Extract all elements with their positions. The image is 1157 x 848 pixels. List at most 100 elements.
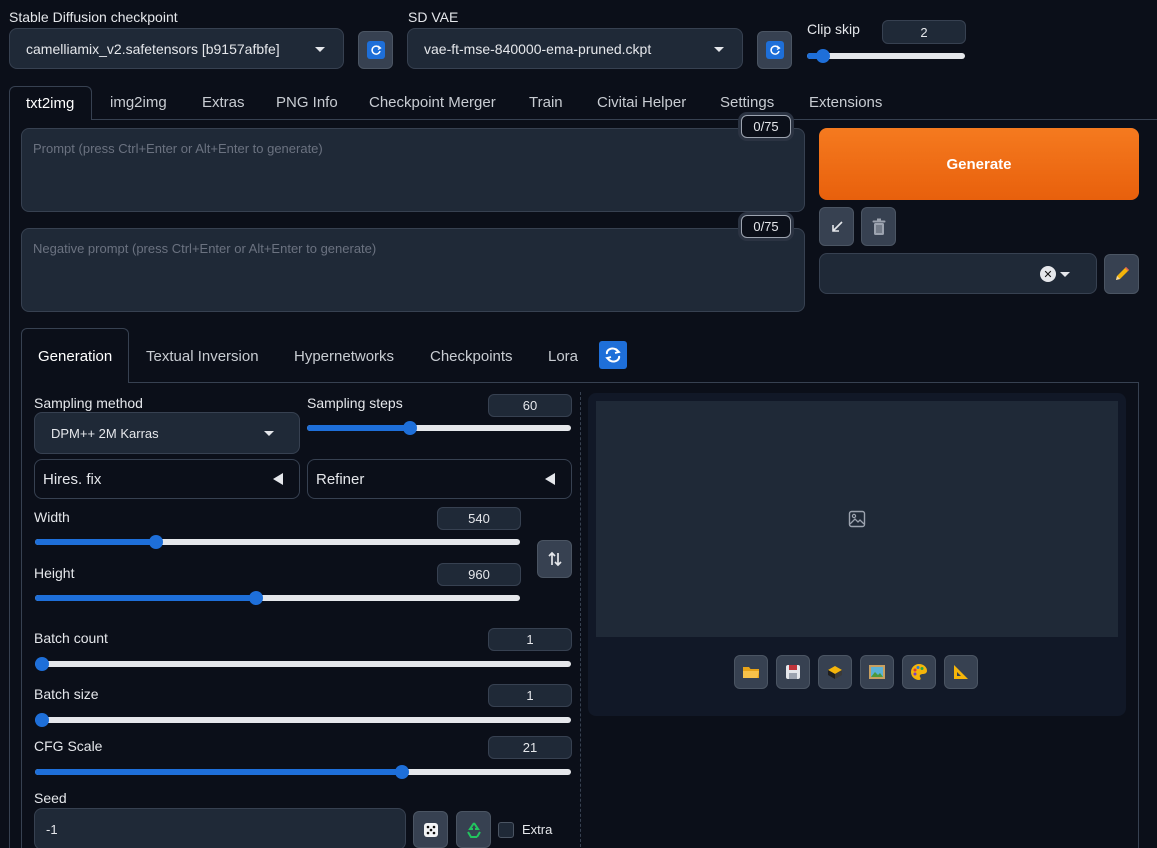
width-input[interactable]: 540: [437, 507, 521, 530]
clip-skip-label: Clip skip: [807, 21, 860, 37]
height-input[interactable]: 960: [437, 563, 521, 586]
send-to-extras-button[interactable]: [944, 655, 978, 689]
trash-icon: [872, 218, 885, 235]
tab-hypernetworks[interactable]: Hypernetworks: [294, 348, 394, 365]
sampling-method-label: Sampling method: [34, 395, 143, 411]
picture-icon: [869, 665, 885, 679]
clear-icon[interactable]: ✕: [1040, 266, 1056, 282]
generate-button[interactable]: Generate: [819, 128, 1139, 200]
cfg-scale-label: CFG Scale: [34, 738, 103, 754]
batch-size-slider[interactable]: [35, 713, 571, 727]
slider-thumb[interactable]: [248, 591, 263, 605]
chevron-down-icon: [264, 431, 274, 436]
clip-skip-slider[interactable]: [807, 49, 965, 63]
tab-extensions[interactable]: Extensions: [809, 94, 882, 111]
recycle-icon: [466, 821, 481, 838]
tab-settings[interactable]: Settings: [720, 94, 774, 111]
image-placeholder-icon: [848, 510, 866, 528]
tab-extras[interactable]: Extras: [202, 94, 245, 111]
hires-fix-label: Hires. fix: [43, 470, 102, 488]
tab-train[interactable]: Train: [529, 94, 563, 111]
checkpoint-dropdown[interactable]: camelliamix_v2.safetensors [b9157afbfe]: [9, 28, 344, 69]
extra-seed-checkbox[interactable]: [498, 822, 514, 838]
refresh-vae-button[interactable]: [757, 31, 792, 69]
collapse-triangle-icon: [273, 473, 283, 485]
prompt-input[interactable]: Prompt (press Ctrl+Enter or Alt+Enter to…: [21, 128, 805, 212]
sampling-method-dropdown[interactable]: DPM++ 2M Karras: [34, 412, 300, 454]
tab-img2img[interactable]: img2img: [110, 94, 167, 111]
sampling-method-value: DPM++ 2M Karras: [51, 425, 159, 441]
refiner-label: Refiner: [316, 470, 365, 488]
hires-fix-accordion[interactable]: Hires. fix: [34, 459, 300, 499]
zip-button[interactable]: [818, 655, 852, 689]
height-label: Height: [34, 565, 75, 581]
save-button[interactable]: [776, 655, 810, 689]
tab-civitai-helper[interactable]: Civitai Helper: [597, 94, 686, 111]
clear-prompt-button[interactable]: [861, 207, 896, 246]
extra-seed-label: Extra: [522, 822, 553, 837]
batch-count-label: Batch count: [34, 630, 108, 646]
tab-generation-label: Generation: [38, 348, 113, 365]
folder-icon: [743, 667, 759, 678]
refresh-icon: [765, 41, 784, 59]
batch-size-label: Batch size: [34, 686, 99, 702]
chevron-down-icon: [1060, 271, 1070, 277]
triangle-ruler-icon: [954, 665, 968, 679]
batch-count-input[interactable]: 1: [488, 628, 572, 651]
slider-thumb[interactable]: [815, 49, 830, 63]
width-slider[interactable]: [35, 535, 520, 549]
refresh-icon: [366, 41, 385, 59]
open-folder-button[interactable]: [734, 655, 768, 689]
swap-vertical-icon: [547, 551, 562, 567]
clip-skip-input[interactable]: 2: [882, 20, 966, 44]
seed-label: Seed: [34, 790, 67, 806]
send-to-img2img-button[interactable]: [860, 655, 894, 689]
batch-size-input[interactable]: 1: [488, 684, 572, 707]
refresh-checkpoint-button[interactable]: [358, 31, 393, 69]
tab-textual-inversion[interactable]: Textual Inversion: [146, 348, 259, 365]
arrow-down-left-icon: [831, 220, 843, 232]
send-to-inpaint-button[interactable]: [902, 655, 936, 689]
checkpoint-value: camelliamix_v2.safetensors [b9157afbfe]: [26, 40, 280, 57]
collapse-triangle-icon: [545, 473, 555, 485]
sampling-steps-slider[interactable]: [307, 421, 571, 435]
seed-value: -1: [46, 821, 58, 837]
negative-prompt-input[interactable]: Negative prompt (press Ctrl+Enter or Alt…: [21, 228, 805, 312]
tab-png-info[interactable]: PNG Info: [276, 94, 338, 111]
vae-value: vae-ft-mse-840000-ema-pruned.ckpt: [424, 40, 652, 57]
swap-dimensions-button[interactable]: [537, 540, 572, 578]
height-slider[interactable]: [35, 591, 520, 605]
tab-txt2img[interactable]: txt2img: [9, 86, 92, 120]
reuse-seed-button[interactable]: [456, 811, 491, 848]
edit-styles-button[interactable]: [1104, 254, 1139, 294]
prompt-token-counter: 0/75: [741, 115, 791, 138]
tab-generation[interactable]: Generation: [21, 328, 129, 383]
checkpoint-label: Stable Diffusion checkpoint: [9, 9, 178, 25]
tab-checkpoint-merger[interactable]: Checkpoint Merger: [369, 94, 496, 111]
slider-thumb[interactable]: [35, 713, 49, 727]
pencil-icon: [1115, 267, 1129, 280]
slider-thumb[interactable]: [35, 657, 49, 671]
tab-lora[interactable]: Lora: [548, 348, 578, 365]
read-params-button[interactable]: [819, 207, 854, 246]
batch-count-slider[interactable]: [35, 657, 571, 671]
palette-icon: [911, 664, 927, 680]
refiner-accordion[interactable]: Refiner: [307, 459, 572, 499]
styles-dropdown[interactable]: ✕: [819, 253, 1097, 294]
vae-dropdown[interactable]: vae-ft-mse-840000-ema-pruned.ckpt: [407, 28, 743, 69]
column-divider: [580, 392, 581, 848]
vae-label: SD VAE: [408, 9, 459, 25]
negative-prompt-token-counter: 0/75: [741, 215, 791, 238]
sampling-steps-input[interactable]: 60: [488, 394, 572, 417]
cfg-scale-slider[interactable]: [35, 765, 571, 779]
refresh-extra-networks-button[interactable]: [599, 341, 627, 369]
dice-icon: [423, 822, 438, 837]
random-seed-button[interactable]: [413, 811, 448, 848]
tab-checkpoints[interactable]: Checkpoints: [430, 348, 513, 365]
archive-icon: [828, 666, 842, 679]
cfg-scale-input[interactable]: 21: [488, 736, 572, 759]
image-preview: [596, 401, 1118, 637]
slider-thumb[interactable]: [402, 421, 417, 435]
seed-input[interactable]: -1: [34, 808, 406, 848]
chevron-down-icon: [315, 46, 325, 52]
